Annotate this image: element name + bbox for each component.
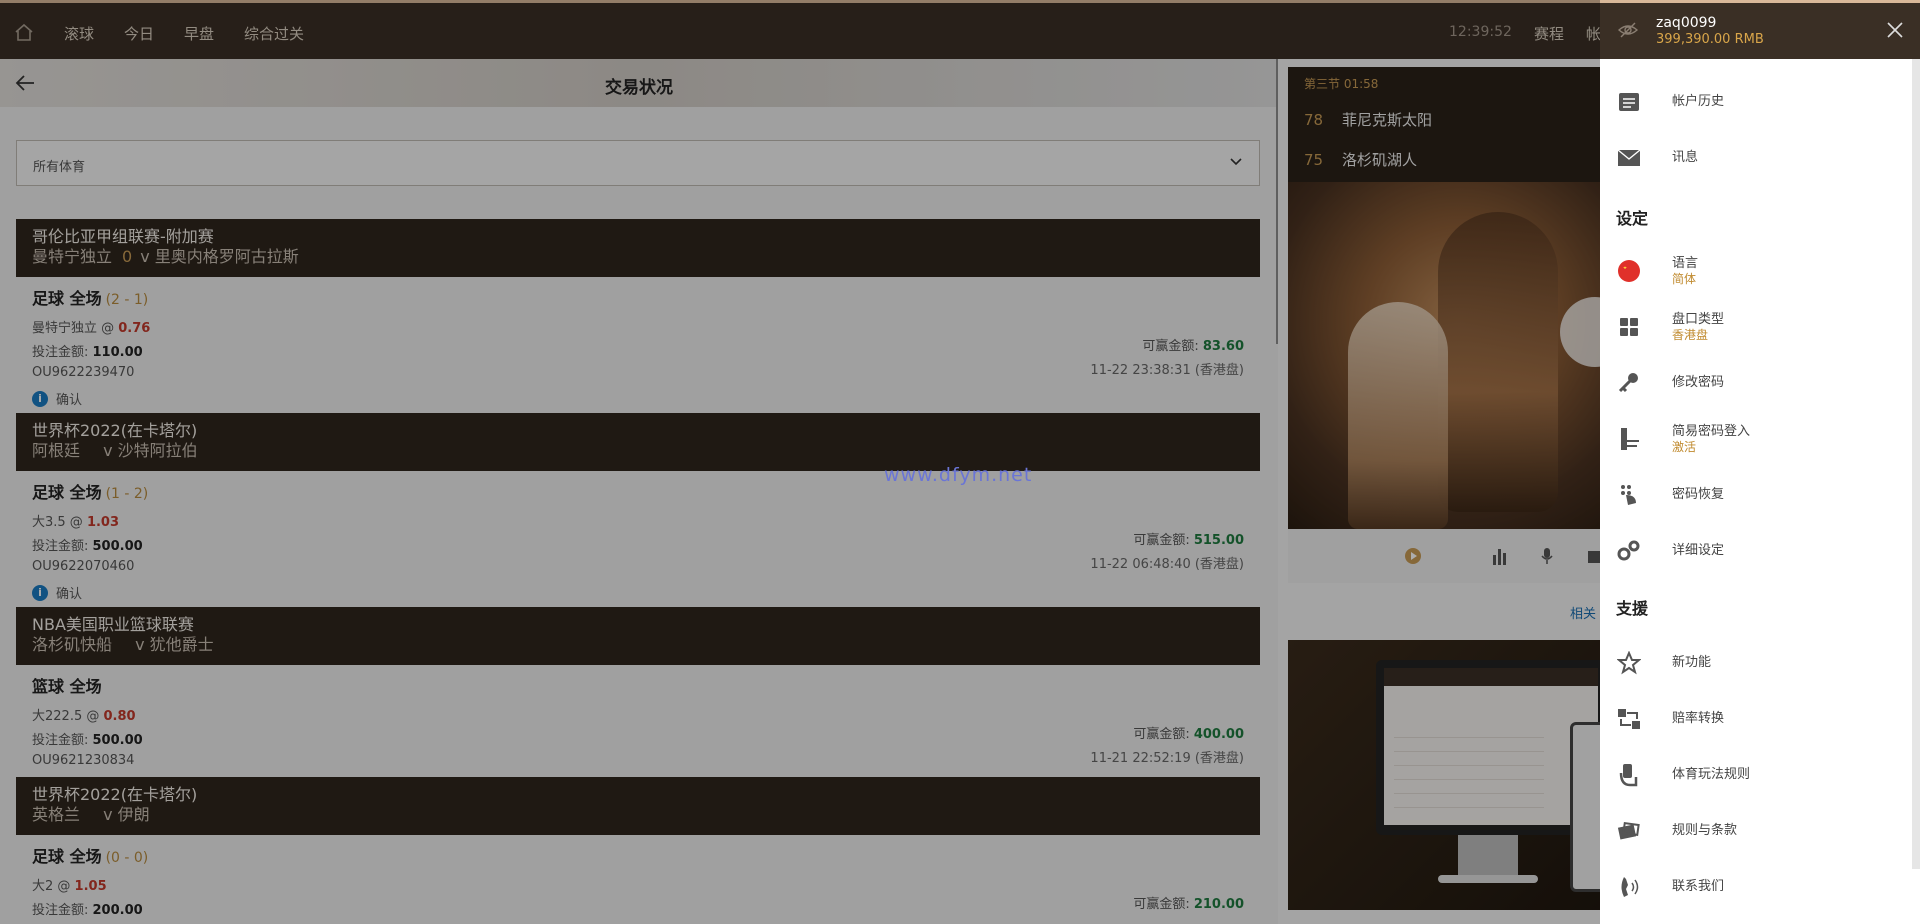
- menu-language[interactable]: 语言 简体: [1600, 251, 1920, 291]
- menu-text: 简易密码登入 激活: [1672, 424, 1750, 455]
- grid-icon: [1616, 314, 1642, 340]
- china-flag-icon: [1616, 258, 1642, 284]
- menu-easy-login[interactable]: 简易密码登入 激活: [1600, 419, 1920, 459]
- balance: 399,390.00 RMB: [1656, 32, 1764, 47]
- menu-label: 密码恢复: [1672, 487, 1725, 502]
- menu-label: 帐户历史: [1672, 94, 1725, 109]
- section-support: 支援: [1616, 599, 1649, 618]
- username: zaq0099: [1656, 15, 1717, 31]
- menu-odds-type[interactable]: 盘口类型 香港盘: [1600, 307, 1920, 347]
- menu-terms[interactable]: 规则与条款: [1600, 811, 1920, 851]
- menu-contact[interactable]: 联系我们: [1600, 867, 1920, 907]
- keypad-icon: [1616, 426, 1642, 452]
- menu-label: 详细设定: [1672, 543, 1725, 558]
- menu-odds-converter[interactable]: 赔率转换: [1600, 699, 1920, 739]
- menu-label: 简易密码登入: [1672, 423, 1751, 439]
- menu-new-features[interactable]: 新功能: [1600, 643, 1920, 683]
- menu-text: 盘口类型 香港盘: [1672, 312, 1724, 343]
- modal-overlay[interactable]: [0, 0, 1600, 924]
- account-header: zaq0099 399,390.00 RMB: [1600, 0, 1920, 59]
- menu-value: 香港盘: [1672, 327, 1709, 342]
- menu-value: 简体: [1672, 271, 1697, 286]
- menu-account-history[interactable]: 帐户历史: [1600, 82, 1920, 122]
- eye-slash-icon[interactable]: [1618, 21, 1638, 39]
- menu-label: 讯息: [1672, 150, 1699, 165]
- menu-label: 体育玩法规则: [1672, 767, 1751, 782]
- menu-text: 语言 简体: [1672, 256, 1698, 287]
- menu-label: 修改密码: [1672, 375, 1725, 390]
- star-icon: [1616, 650, 1642, 676]
- envelope-icon: [1616, 145, 1642, 171]
- tickets-icon: [1616, 818, 1642, 844]
- menu-change-password[interactable]: 修改密码: [1600, 363, 1920, 403]
- account-side-menu: zaq0099 399,390.00 RMB 帐户历史 讯息 设定 语言 简体 盘…: [1600, 0, 1920, 924]
- section-settings: 设定: [1616, 209, 1649, 228]
- watermark: www.dfym.net: [884, 464, 1033, 486]
- key-icon: [1616, 370, 1642, 396]
- menu-label: 赔率转换: [1672, 711, 1725, 726]
- converter-icon: [1616, 706, 1642, 732]
- close-icon[interactable]: [1886, 21, 1904, 39]
- menu-label: 新功能: [1672, 655, 1712, 670]
- menu-detail-settings[interactable]: 详细设定: [1600, 531, 1920, 571]
- hand-keypad-icon: [1616, 482, 1642, 508]
- gears-icon: [1616, 538, 1642, 564]
- ledger-icon: [1616, 89, 1642, 115]
- hand-phone-icon: [1616, 762, 1642, 788]
- menu-messages[interactable]: 讯息: [1600, 138, 1920, 178]
- side-menu-scrollbar[interactable]: [1912, 59, 1920, 869]
- menu-label: 语言: [1672, 255, 1699, 271]
- menu-label: 联系我们: [1672, 879, 1725, 894]
- menu-value: 激活: [1672, 439, 1697, 454]
- menu-label: 盘口类型: [1672, 311, 1725, 327]
- phone-icon: [1616, 874, 1642, 900]
- menu-sports-rules[interactable]: 体育玩法规则: [1600, 755, 1920, 795]
- menu-password-recovery[interactable]: 密码恢复: [1600, 475, 1920, 515]
- menu-label: 规则与条款: [1672, 823, 1738, 838]
